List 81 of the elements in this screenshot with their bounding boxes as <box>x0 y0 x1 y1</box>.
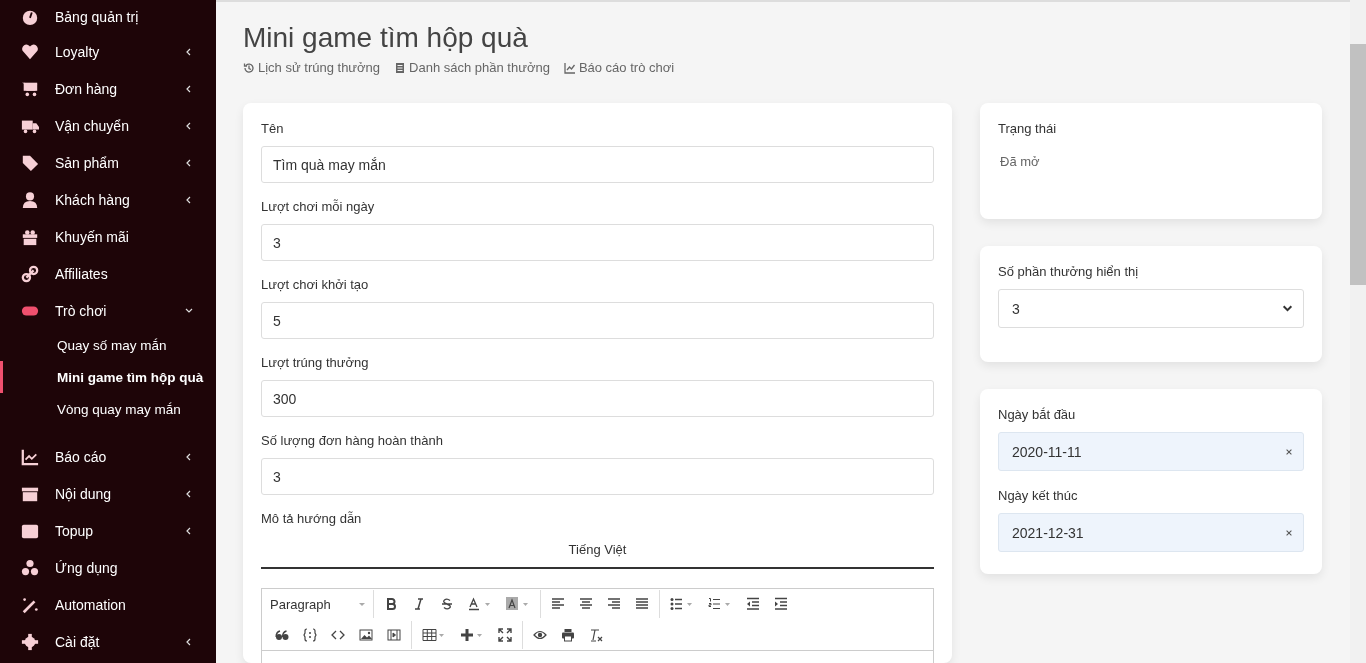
sidebar-item[interactable]: Bảng quản trị <box>0 0 216 33</box>
field-label: Ngày bắt đầu <box>998 407 1077 422</box>
scrollbar[interactable] <box>1350 0 1366 663</box>
page-title: Mini game tìm hộp quà <box>243 22 529 54</box>
align-left-icon <box>551 597 565 611</box>
field-label: Lượt chơi mỗi ngày <box>261 199 376 214</box>
sidebar-item[interactable]: Đơn hàng <box>0 70 216 107</box>
film-icon <box>387 627 401 642</box>
status-value: Đã mở <box>1000 154 1041 169</box>
clear-icon[interactable] <box>1285 447 1293 456</box>
numbered-list-icon <box>708 597 732 611</box>
field-label: Số lượng đơn hàng hoàn thành <box>261 433 444 448</box>
page-link[interactable]: Lịch sử trúng thưởng <box>243 60 381 75</box>
input-field[interactable]: 3 <box>261 458 934 495</box>
sidebar-item[interactable]: Ứng dụng <box>0 549 216 586</box>
bold-icon <box>384 597 398 611</box>
field-label: Lượt chơi khởi tạo <box>261 277 370 292</box>
submenu-item[interactable]: Quay số may mắn <box>0 329 216 361</box>
date-field[interactable]: 2021-12-31 <box>998 513 1304 552</box>
quote-icon <box>275 627 289 642</box>
code-braces-icon <box>303 627 317 642</box>
field-label: Số phần thưởng hiển thị <box>998 264 1140 279</box>
magic-wand-icon <box>21 595 39 614</box>
field-label: Tên <box>261 121 285 136</box>
sidebar-item[interactable]: Nội dung <box>0 475 216 512</box>
date-field[interactable]: 2020-11-11 <box>998 432 1304 471</box>
input-field[interactable]: 3 <box>261 224 934 261</box>
history-icon <box>243 61 255 74</box>
field-label: Ngày kết thúc <box>998 488 1079 503</box>
italic-icon <box>412 597 426 611</box>
language-tab[interactable]: Tiếng Việt <box>261 536 934 569</box>
tag-icon <box>21 153 39 172</box>
heart-icon <box>21 42 39 61</box>
chevron-down-icon <box>1282 303 1293 314</box>
submenu-item[interactable]: Mini game tìm hộp quà <box>0 361 216 393</box>
sidebar-item[interactable]: Affiliates <box>0 255 216 292</box>
user-icon <box>21 190 39 209</box>
fullscreen-icon <box>498 627 512 642</box>
select-field[interactable]: 3 <box>998 289 1304 328</box>
align-justify-icon <box>635 597 649 611</box>
input-field[interactable]: 5 <box>261 302 934 339</box>
outdent-icon <box>746 597 760 611</box>
clear-format-icon <box>589 627 603 642</box>
indent-icon <box>774 597 788 611</box>
strikethrough-icon <box>440 597 454 611</box>
cubes-icon <box>21 558 39 577</box>
chart-icon <box>563 61 576 74</box>
input-field[interactable]: 300 <box>261 380 934 417</box>
sidebar-item[interactable]: Báo cáo <box>0 438 216 475</box>
image-icon <box>359 627 373 642</box>
printer-icon <box>561 627 575 642</box>
sidebar-item[interactable]: Topup <box>0 512 216 549</box>
sidebar-item[interactable]: Vận chuyển <box>0 107 216 144</box>
field-label: Trạng thái <box>998 121 1058 136</box>
gift-icon <box>21 227 39 246</box>
link-icon <box>21 264 39 283</box>
format-dropdown[interactable]: Paragraph <box>266 596 370 612</box>
list-icon <box>394 61 407 74</box>
sidebar-item[interactable]: Khuyến mãi <box>0 218 216 255</box>
table-icon <box>422 627 446 642</box>
bullet-list-icon <box>670 597 694 611</box>
sidebar-item[interactable]: Automation <box>0 586 216 623</box>
field-label: Mô tả hướng dẫn <box>261 511 363 526</box>
align-center-icon <box>579 597 593 611</box>
text-color-icon <box>468 597 492 611</box>
sidebar-item[interactable]: Trò chơi <box>0 292 216 329</box>
sidebar-item[interactable]: Sản phẩm <box>0 144 216 181</box>
sidebar-item[interactable]: Khách hàng <box>0 181 216 218</box>
caret-icon <box>358 600 366 608</box>
plus-icon <box>460 627 484 642</box>
page-link[interactable]: Báo cáo trò chơi <box>563 60 675 75</box>
align-right-icon <box>607 597 621 611</box>
page-link[interactable]: Danh sách phần thưởng <box>394 60 550 75</box>
submenu-item[interactable]: Vòng quay may mắn <box>0 393 216 425</box>
input-field[interactable]: Tìm quà may mắn <box>261 146 934 183</box>
sidebar-item[interactable]: Cài đặt <box>0 623 216 660</box>
highlight-color-icon <box>506 597 530 611</box>
chart-icon <box>21 447 39 466</box>
clear-icon[interactable] <box>1285 528 1293 537</box>
sidebar-item[interactable]: Loyalty <box>0 33 216 70</box>
field-label: Lượt trúng thưởng <box>261 355 370 370</box>
